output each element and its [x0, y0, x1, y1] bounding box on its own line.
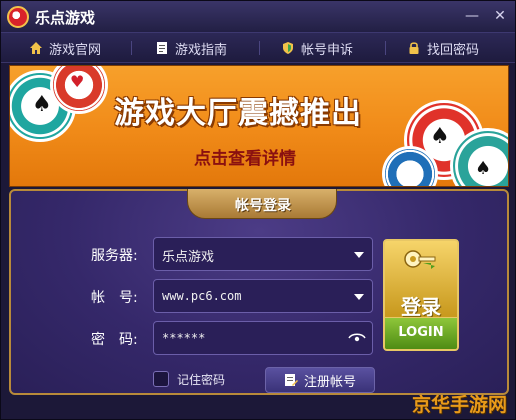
nav-item-account-appeal[interactable]: 帐号申诉	[281, 33, 353, 63]
login-panel: 帐号登录 服务器: 乐点游戏 帐 号: www.pc6.com 密 码: ***…	[9, 189, 509, 395]
window-title: 乐点游戏	[35, 9, 96, 27]
heart-icon: ♥	[70, 72, 85, 91]
account-label: 帐 号:	[91, 290, 138, 306]
lock-icon	[409, 42, 419, 54]
nav-divider	[385, 41, 386, 55]
login-section-title: 帐号登录	[235, 198, 291, 214]
login-button-footer: LOGIN	[385, 317, 457, 349]
watermark-text: 京华手游网	[411, 394, 507, 416]
eye-icon[interactable]	[348, 331, 366, 345]
remember-password-checkbox[interactable]	[153, 371, 169, 387]
nav-item-recover-password[interactable]: 找回密码	[407, 33, 479, 63]
nav-item-official-site[interactable]: 游戏官网	[29, 33, 101, 63]
spade-icon: ♠	[430, 124, 450, 149]
home-icon	[30, 42, 42, 54]
banner-subtitle[interactable]: 点击查看详情	[194, 144, 296, 169]
password-input[interactable]: ******	[153, 321, 373, 355]
login-button-english: LOGIN	[398, 325, 444, 340]
close-button[interactable]: ✕	[489, 5, 511, 27]
promo-banner[interactable]: ♠ ♥ ♠ ♠ 游戏大厅震撼推出 点击查看详情	[9, 65, 509, 187]
remember-password-label[interactable]: 记住密码	[177, 371, 225, 388]
login-button-label: 登录	[401, 295, 441, 319]
nav-divider	[259, 41, 260, 55]
login-window: 乐点游戏 — ✕ 游戏官网 游戏指南 帐号申诉 找回密码 ♠ ♥ ♠ ♠ 游戏大…	[0, 0, 516, 420]
chevron-down-icon[interactable]	[354, 294, 364, 300]
password-value: ******	[162, 331, 206, 345]
server-select[interactable]: 乐点游戏	[153, 237, 373, 271]
title-bar[interactable]: 乐点游戏 — ✕	[1, 1, 515, 33]
nav-item-label: 游戏指南	[175, 42, 228, 58]
app-logo-icon	[7, 6, 29, 28]
register-account-button[interactable]: 注册帐号	[265, 367, 375, 393]
nav-item-label: 帐号申诉	[301, 42, 354, 58]
nav-item-label: 找回密码	[427, 42, 480, 58]
spade-icon: ♠	[475, 158, 492, 179]
account-value: www.pc6.com	[162, 289, 242, 303]
spade-icon: ♠	[32, 92, 52, 117]
shield-icon	[283, 42, 293, 54]
nav-bar: 游戏官网 游戏指南 帐号申诉 找回密码	[1, 33, 515, 63]
minimize-button[interactable]: —	[461, 5, 483, 27]
nav-item-guide[interactable]: 游戏指南	[155, 33, 227, 63]
account-input[interactable]: www.pc6.com	[153, 279, 373, 313]
server-value: 乐点游戏	[162, 250, 215, 265]
guide-icon	[157, 42, 167, 54]
nav-item-label: 游戏官网	[49, 42, 102, 58]
nav-divider	[131, 41, 132, 55]
chevron-down-icon[interactable]	[354, 252, 364, 258]
key-icon	[404, 250, 436, 269]
server-label: 服务器:	[91, 248, 138, 264]
banner-headline: 游戏大厅震撼推出	[114, 96, 362, 131]
login-section-tab: 帐号登录	[187, 189, 337, 219]
password-label: 密 码:	[91, 332, 138, 348]
login-button[interactable]: 登录 LOGIN	[383, 239, 459, 351]
register-account-label: 注册帐号	[303, 374, 356, 390]
edit-document-icon	[284, 374, 298, 386]
